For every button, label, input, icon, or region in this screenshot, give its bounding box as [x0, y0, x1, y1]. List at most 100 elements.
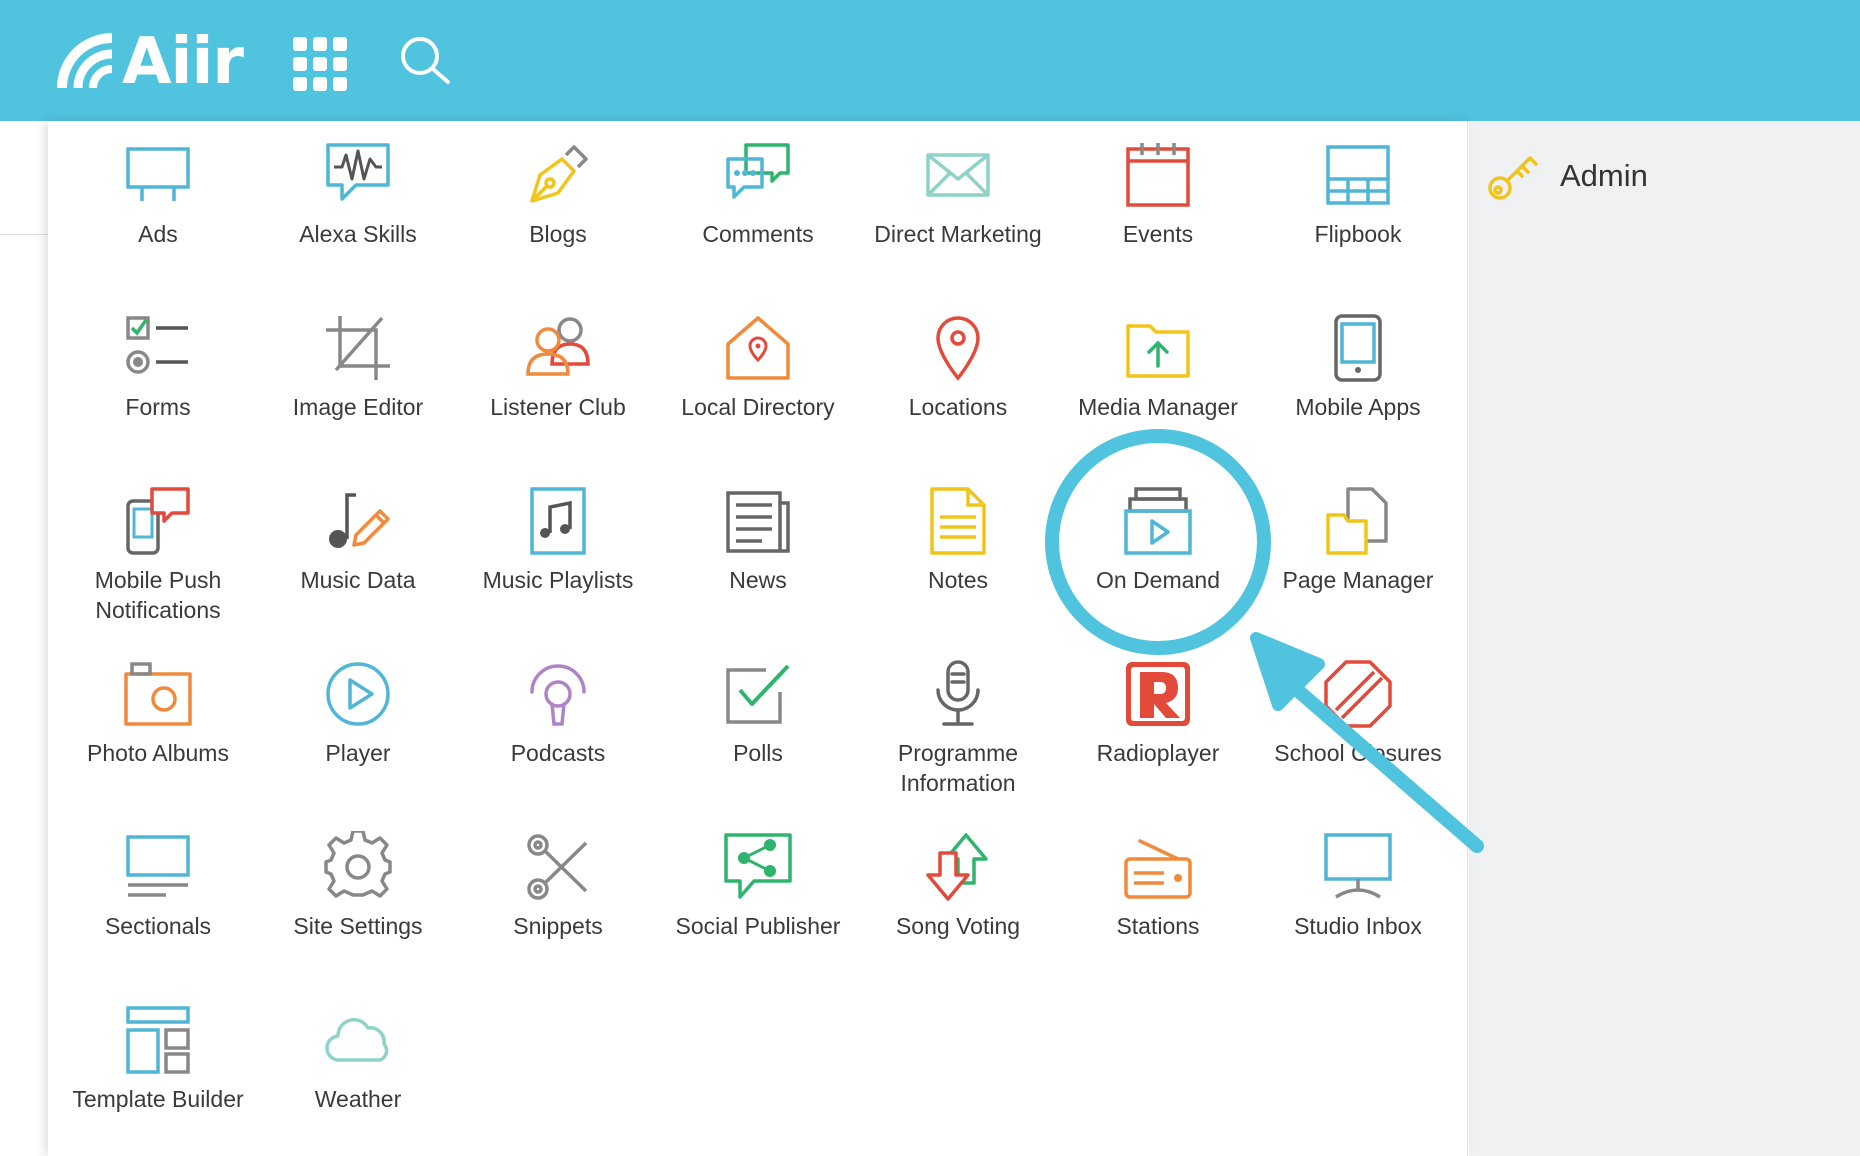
- app-label: School Closures: [1274, 740, 1442, 766]
- note-icon: [930, 487, 986, 555]
- pen-nib-icon: [530, 145, 588, 203]
- camera-icon: [124, 662, 192, 726]
- app-label: Music Data: [300, 567, 416, 593]
- app-tile-site-settings[interactable]: Site Settings: [258, 831, 458, 1004]
- app-tile-photo-albums[interactable]: Photo Albums: [58, 658, 258, 831]
- music-note-pencil-icon: [329, 493, 390, 548]
- house-pin-icon: [726, 316, 790, 380]
- admin-link[interactable]: Admin: [1484, 148, 1648, 204]
- brand-logo[interactable]: Aiir: [56, 24, 244, 100]
- app-tile-page-manager[interactable]: Page Manager: [1258, 485, 1458, 658]
- secondary-panel: [1469, 121, 1860, 1156]
- app-tile-direct-marketing[interactable]: Direct Marketing: [858, 139, 1058, 312]
- search-button[interactable]: [396, 32, 454, 90]
- wifi-logo-icon: [57, 33, 113, 89]
- crop-icon: [326, 316, 390, 380]
- app-tile-mobile-apps[interactable]: Mobile Apps: [1258, 312, 1458, 485]
- vote-arrows-icon: [926, 833, 988, 901]
- folder-upload-icon: [1126, 324, 1190, 378]
- app-label: Flipbook: [1314, 221, 1402, 247]
- app-tile-school-closures[interactable]: School Closures: [1258, 658, 1458, 831]
- app-tile-listener-club[interactable]: Listener Club: [458, 312, 658, 485]
- app-tile-forms[interactable]: Forms: [58, 312, 258, 485]
- video-stack-icon: [1124, 487, 1192, 555]
- monitor-lines-icon: [126, 835, 190, 897]
- app-label: Direct Marketing: [874, 221, 1042, 247]
- layout-icon: [126, 1006, 190, 1074]
- app-tile-notes[interactable]: Notes: [858, 485, 1058, 658]
- closed-sign-icon: [1324, 660, 1392, 728]
- app-tile-alexa-skills[interactable]: Alexa Skills: [258, 139, 458, 312]
- app-label: Mobile Apps: [1295, 394, 1421, 420]
- app-tile-news[interactable]: News: [658, 485, 858, 658]
- app-tile-player[interactable]: Player: [258, 658, 458, 831]
- newspaper-icon: [726, 491, 790, 553]
- play-circle-icon: [326, 662, 390, 726]
- apps-grid-button[interactable]: [290, 34, 347, 91]
- app-tile-locations[interactable]: Locations: [858, 312, 1058, 485]
- app-tile-programme-information[interactable]: Programme Information: [858, 658, 1058, 831]
- app-tile-local-directory[interactable]: Local Directory: [658, 312, 858, 485]
- app-tile-snippets[interactable]: Snippets: [458, 831, 658, 1004]
- app-tile-polls[interactable]: Polls: [658, 658, 858, 831]
- billboard-icon: [126, 147, 190, 201]
- app-label: Weather: [314, 1086, 402, 1112]
- app-tile-sectionals[interactable]: Sectionals: [58, 831, 258, 1004]
- gear-icon: [324, 831, 392, 898]
- app-tile-song-voting[interactable]: Song Voting: [858, 831, 1058, 1004]
- grid-icon: [293, 37, 307, 51]
- app-tile-studio-inbox[interactable]: Studio Inbox: [1258, 831, 1458, 1004]
- envelope-icon: [926, 153, 990, 197]
- app-tile-social-publisher[interactable]: Social Publisher: [658, 831, 858, 1004]
- app-label: Blogs: [529, 221, 587, 247]
- chat-bubbles-icon: [726, 143, 790, 199]
- app-tile-image-editor[interactable]: Image Editor: [258, 312, 458, 485]
- cloud-icon: [325, 1018, 389, 1062]
- app-label: Polls: [733, 740, 783, 766]
- key-icon: [1488, 156, 1538, 200]
- app-tile-mobile-push-notifications[interactable]: Mobile Push Notifications: [58, 485, 258, 658]
- app-label: Stations: [1116, 913, 1200, 939]
- app-label: Forms: [125, 394, 191, 420]
- app-label: On Demand: [1095, 567, 1220, 593]
- app-label: Page Manager: [1282, 567, 1434, 593]
- app-label: Template Builder: [72, 1086, 244, 1112]
- apps-grid: Ads Alexa Skills Blogs Comments Direct M…: [58, 139, 1458, 1156]
- app-tile-events[interactable]: Events: [1058, 139, 1258, 312]
- radioplayer-logo-icon: [1126, 662, 1190, 726]
- app-label: Ads: [138, 221, 178, 247]
- radio-icon: [1124, 839, 1192, 899]
- app-tile-stations[interactable]: Stations: [1058, 831, 1258, 1004]
- app-tile-media-manager[interactable]: Media Manager: [1058, 312, 1258, 485]
- app-tile-blogs[interactable]: Blogs: [458, 139, 658, 312]
- brand-name: Aiir: [122, 25, 244, 99]
- map-pin-icon: [936, 316, 980, 381]
- app-label: Social Publisher: [675, 913, 841, 939]
- app-label: Photo Albums: [87, 740, 229, 766]
- page-folder-icon: [1326, 487, 1388, 555]
- app-label: Snippets: [513, 913, 603, 939]
- admin-label: Admin: [1560, 158, 1648, 193]
- app-tile-music-data[interactable]: Music Data: [258, 485, 458, 658]
- app-tile-on-demand[interactable]: On Demand: [1058, 485, 1258, 658]
- scissors-icon: [527, 834, 588, 900]
- app-tile-ads[interactable]: Ads: [58, 139, 258, 312]
- app-label: Notes: [927, 567, 989, 593]
- app-tile-radioplayer[interactable]: Radioplayer: [1058, 658, 1258, 831]
- voice-bubble-icon: [326, 143, 390, 201]
- app-label: Comments: [702, 221, 814, 247]
- checkbox-icon: [726, 664, 790, 724]
- app-label: Radioplayer: [1096, 740, 1220, 766]
- app-tile-comments[interactable]: Comments: [658, 139, 858, 312]
- calendar-icon: [1126, 143, 1190, 207]
- app-label: Mobile Push Notifications: [94, 567, 222, 623]
- app-tile-flipbook[interactable]: Flipbook: [1258, 139, 1458, 312]
- app-label: Song Voting: [895, 913, 1021, 939]
- app-tile-weather[interactable]: Weather: [258, 1004, 458, 1156]
- music-file-icon: [530, 487, 586, 555]
- app-label: Image Editor: [292, 394, 424, 420]
- app-tile-template-builder[interactable]: Template Builder: [58, 1004, 258, 1156]
- app-tile-podcasts[interactable]: Podcasts: [458, 658, 658, 831]
- app-tile-music-playlists[interactable]: Music Playlists: [458, 485, 658, 658]
- users-icon: [526, 317, 590, 376]
